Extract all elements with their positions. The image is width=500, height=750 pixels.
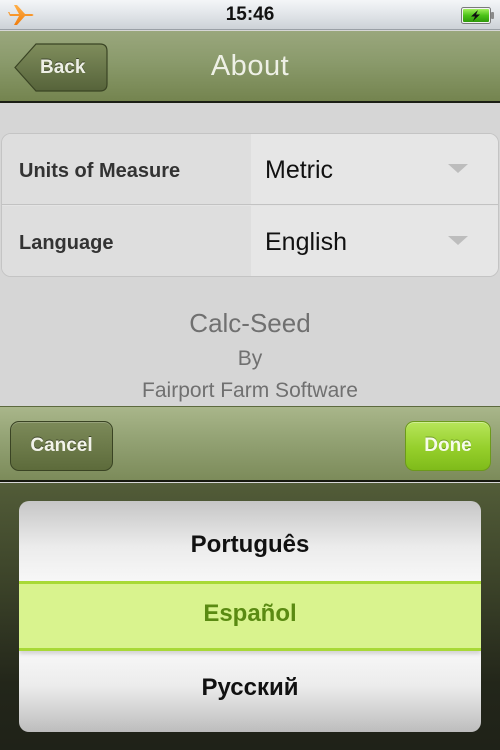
units-of-measure-row[interactable]: Units of Measure Metric <box>2 134 498 205</box>
picker-option-selected[interactable]: Español <box>19 600 481 628</box>
dropdown-arrow-icon <box>448 164 468 173</box>
language-label: Language <box>19 232 114 254</box>
settings-table: Units of Measure Metric Language English <box>1 133 499 277</box>
by-text: By <box>237 347 263 370</box>
picker-option[interactable]: Русский <box>19 674 481 702</box>
picker-toolbar: Cancel Done <box>0 406 500 482</box>
picker-option[interactable]: Português <box>19 531 481 559</box>
navigation-bar: Back About <box>0 31 500 103</box>
units-of-measure-select[interactable]: Metric <box>251 134 498 204</box>
units-of-measure-label: Units of Measure <box>19 160 181 182</box>
language-row[interactable]: Language English <box>2 206 498 276</box>
units-of-measure-value: Metric <box>265 156 334 184</box>
language-value: English <box>265 228 347 256</box>
status-bar: 15:46 <box>0 0 500 30</box>
language-picker-wheel[interactable]: Português Español Русский <box>19 501 481 732</box>
cancel-button[interactable]: Cancel <box>10 421 113 471</box>
dropdown-arrow-icon <box>448 236 468 245</box>
company-name: Fairport Farm Software <box>142 379 358 402</box>
status-time: 15:46 <box>225 4 275 25</box>
row-label-cell: Language <box>2 206 251 276</box>
language-select[interactable]: English <box>251 206 498 276</box>
row-label-cell: Units of Measure <box>2 134 251 204</box>
page-title: About <box>210 50 290 82</box>
picker-selection-indicator: Español <box>19 581 481 651</box>
picker-area: Português Español Русский <box>0 483 500 750</box>
battery-charging-icon <box>461 7 494 24</box>
done-button[interactable]: Done <box>405 421 491 471</box>
app-name: Calc-Seed <box>189 308 311 338</box>
